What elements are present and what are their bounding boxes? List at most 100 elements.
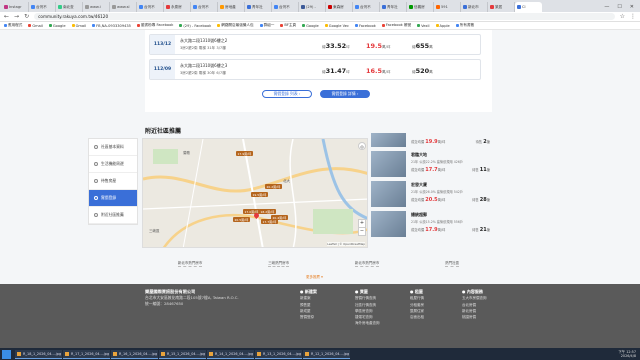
footer-link[interactable]: 學區房查詢: [355, 309, 373, 313]
footer-link[interactable]: 台北房價: [462, 303, 476, 307]
more-button[interactable]: 更多推薦 ▾: [306, 275, 323, 280]
bookmark-item[interactable]: (29) - Facebook: [179, 24, 211, 28]
popular-link[interactable]: 熱門社區: [445, 261, 460, 267]
footer-link[interactable]: 海外房地產查詢: [355, 321, 380, 325]
browser-tab[interactable]: 台灣不: [353, 2, 380, 12]
footer-link[interactable]: 社區行情查詢: [355, 303, 376, 307]
footer-link[interactable]: 桃園房價: [462, 315, 476, 319]
reload-icon[interactable]: ↻: [24, 13, 29, 20]
taskbar-item[interactable]: R_15_1_2026_04....jpg: [159, 349, 206, 359]
footer-link[interactable]: 分租套房: [410, 303, 424, 307]
footer-link[interactable]: 新北房價: [462, 309, 476, 313]
map-price-marker[interactable]: 20.5萬/坪: [233, 217, 250, 222]
footer-link[interactable]: 新成屋: [300, 309, 311, 313]
browser-tab[interactable]: 青年社: [245, 2, 272, 12]
browser-tab[interactable]: 東森房: [326, 2, 353, 12]
forward-icon[interactable]: →: [14, 13, 19, 20]
transaction-record[interactable]: 113/12 永大路二段1310號6樓之2 3房2廳2衛 電梯 31年 3/7樓 總3…: [149, 34, 481, 55]
zoom-out-button[interactable]: −: [359, 228, 365, 235]
browser-tab[interactable]: www.sl: [110, 2, 137, 12]
footer-link[interactable]: 實價行情查詢: [355, 296, 376, 300]
taskbar-item[interactable]: R_16_1_2026_04....jpg: [111, 349, 158, 359]
browser-tab[interactable]: (29) -: [299, 2, 326, 12]
browser-tab[interactable]: 台灣不: [272, 2, 299, 12]
bookmark-item[interactable]: Gmail: [71, 24, 86, 28]
bookmark-item[interactable]: Google: [48, 24, 66, 28]
transaction-record[interactable]: 112/09 永大路二段1310號6樓之3 3房2廳2衛 電梯 30年 6/7樓 總3…: [149, 59, 481, 80]
map-price-marker[interactable]: 18.2萬/坪: [259, 209, 276, 214]
area-map[interactable]: 17.9萬/坪 20.2萬/坪 19.5萬/坪 17.0萬/坪 18.2萬/坪 20.5萬…: [142, 138, 368, 248]
browser-tab[interactable]: 新北市: [461, 2, 488, 12]
popular-link[interactable]: 三峽熱門房市: [268, 261, 290, 267]
bookmark-item[interactable]: Facebook 帳號: [381, 23, 411, 28]
taskbar-item[interactable]: R_17_1_2026_04....jpg: [63, 349, 110, 359]
footer-link[interactable]: 五大市房價查詢: [462, 296, 487, 300]
sidebar-item[interactable]: 附近社區推薦: [89, 207, 137, 224]
start-icon[interactable]: [2, 349, 11, 359]
browser-tab[interactable]: 台灣不: [29, 2, 56, 12]
bookmark-item[interactable]: 所有書籤: [455, 23, 474, 28]
minimize-icon[interactable]: —: [604, 4, 609, 10]
bookmark-item[interactable]: Gmail: [28, 24, 43, 28]
browser-tab[interactable]: Cl: [515, 2, 542, 12]
sidebar-item[interactable]: 實價登錄: [89, 190, 137, 207]
bookmark-item[interactable]: 群組一: [259, 23, 274, 28]
star-icon[interactable]: ☆: [620, 13, 625, 20]
tab-label: 房地產: [225, 4, 236, 9]
sidebar-item[interactable]: 社區基本資料: [89, 139, 137, 156]
footer-link[interactable]: 店面出租: [410, 315, 424, 319]
bookmark-item[interactable]: Google Vec: [324, 24, 349, 28]
browser-tab[interactable]: www.i: [83, 2, 110, 12]
popular-link[interactable]: 新北市熱門房市: [354, 261, 380, 267]
maximize-icon[interactable]: ☐: [617, 4, 621, 10]
browser-tab[interactable]: 青年社: [380, 2, 407, 12]
community-card[interactable]: 總統超郵 21年 公設15.2% 建築依規用 556戶 成交均價 17.9萬/坪 待售…: [371, 210, 492, 239]
bookmark-item[interactable]: Apple: [435, 24, 450, 28]
transaction-list-button[interactable]: 實價登錄 列表 ›: [262, 90, 312, 98]
bookmark-item[interactable]: 臉書粉專 Facebook: [136, 23, 173, 28]
browser-tab[interactable]: 永慶房: [164, 2, 191, 12]
footer-link[interactable]: 整層住家: [410, 309, 424, 313]
footer-link[interactable]: 租屋行情: [410, 296, 424, 300]
close-icon[interactable]: ✕: [630, 4, 634, 10]
browser-tab[interactable]: 南北查: [56, 2, 83, 12]
locate-icon[interactable]: ◎: [358, 142, 366, 150]
community-card[interactable]: 成交均價 19.9萬/坪 待售 2筆: [371, 133, 492, 150]
back-icon[interactable]: ←: [4, 13, 9, 20]
zoom-in-button[interactable]: +: [359, 220, 365, 228]
community-card[interactable]: 宏發大廈 21年 公設26.0% 建築依規用 542戶 成交均價 20.5萬/坪 待售…: [371, 180, 492, 209]
transaction-detail-button[interactable]: 實價登錄 詳情 ›: [320, 90, 370, 98]
bookmark-item[interactable]: BF主頁: [280, 23, 296, 28]
footer-link[interactable]: 捷運宅查詢: [355, 315, 373, 319]
bookmark-item[interactable]: FB,NA-0933309435: [92, 24, 131, 28]
map-price-marker[interactable]: 19.5萬/坪: [251, 192, 268, 197]
footer-link[interactable]: 實價登錄: [300, 315, 314, 319]
sidebar-item[interactable]: 生活機能周邊: [89, 156, 137, 173]
taskbar-item[interactable]: R_14_1_2026_04....jpg: [207, 349, 254, 359]
bookmark-item[interactable]: 應用程式: [4, 23, 22, 28]
bookmark-item[interactable]: Facebook: [354, 24, 376, 28]
browser-tab[interactable]: 樂居: [488, 2, 515, 12]
browser-tab[interactable]: 房地產: [218, 2, 245, 12]
bookmark-item[interactable]: Google: [302, 24, 319, 28]
browser-tab[interactable]: 台灣不: [191, 2, 218, 12]
browser-tab[interactable]: 591: [434, 2, 461, 12]
bookmark-item[interactable]: 網路開店最強懶人包: [217, 23, 254, 28]
bookmark-item[interactable]: Vexil: [417, 24, 430, 28]
map-price-marker[interactable]: 17.9萬/坪: [236, 151, 253, 156]
map-price-marker[interactable]: 20.2萬/坪: [265, 184, 282, 189]
footer-link[interactable]: 預售屋: [300, 303, 311, 307]
browser-tab[interactable]: 信義房: [407, 2, 434, 12]
url-input[interactable]: community.rakuya.com.tw/46120: [34, 13, 615, 20]
sidebar-item[interactable]: 待售房屋: [89, 173, 137, 190]
community-card[interactable]: 君臨大地 21年 公設22.2% 建築依規用 426戶 成交均價 17.7萬/坪 待售…: [371, 150, 492, 179]
map-price-marker[interactable]: 20.4萬/坪: [271, 215, 288, 220]
taskbar-item[interactable]: R_18_1_2026_04....jpg: [15, 349, 62, 359]
browser-tab[interactable]: Instagr: [2, 2, 29, 12]
footer-link[interactable]: 新建案: [300, 296, 311, 300]
menu-icon[interactable]: ⋮: [630, 13, 636, 20]
popular-link[interactable]: 新北市熱門房市: [177, 261, 203, 267]
taskbar-item[interactable]: R_13_1_2026_04....jpg: [255, 349, 302, 359]
browser-tab[interactable]: 台灣不: [137, 2, 164, 12]
taskbar-item[interactable]: R_12_1_2026_04....jpg: [303, 349, 350, 359]
